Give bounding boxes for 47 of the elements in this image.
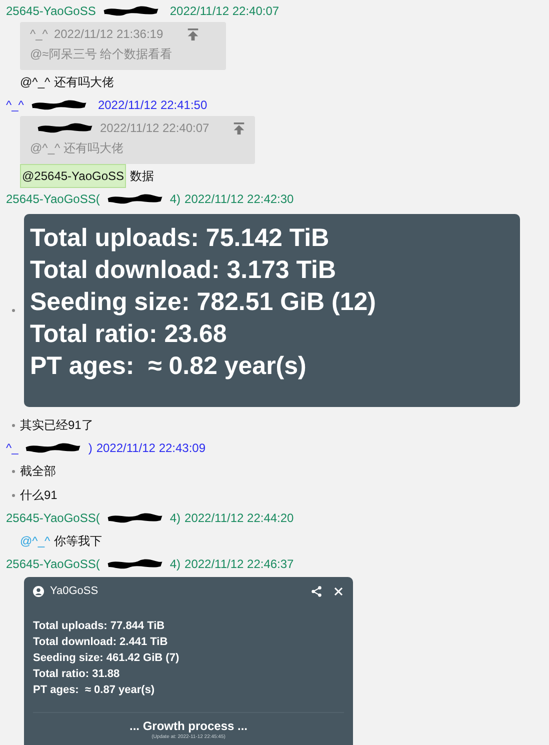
sender-name: 25645-YaoGoSS — [6, 3, 96, 20]
stats-line: Total uploads: 75.142 TiB — [30, 223, 330, 254]
user-icon — [33, 586, 44, 596]
message-text: 什么91 — [20, 487, 58, 504]
message-time: 2022/11/12 22:40:07 — [170, 3, 280, 20]
message-time: 2022/11/12 22:42:30 — [184, 191, 294, 208]
message-time: 2022/11/12 22:46:37 — [184, 556, 294, 573]
jump-to-top-icon[interactable] — [233, 122, 246, 134]
stats-line: Seeding size: 782.51 GiB (12) — [30, 287, 377, 318]
sender-id-tail: 4) — [170, 510, 181, 527]
message-text: 还有吗大佬 — [54, 74, 114, 91]
jump-to-top-icon[interactable] — [187, 28, 200, 40]
card-title: Ya0GoSS — [50, 584, 98, 599]
stats-line: PT ages: ≈ 0.87 year(s) — [33, 683, 156, 698]
mention: @25645-YaoGoSS — [20, 164, 126, 188]
message-time: 2022/11/12 22:41:50 — [98, 97, 208, 114]
sender-name: ^_^ — [6, 97, 24, 114]
message-text: 截全部 — [20, 463, 56, 480]
quote-time: 2022/11/12 21:36:19 — [54, 26, 164, 43]
quote-author: ^_^ — [30, 26, 48, 43]
sender-id-tail: ) — [88, 440, 92, 457]
quote-time: 2022/11/12 22:40:07 — [100, 120, 210, 137]
stats-line: Total download: 2.441 TiB — [33, 635, 169, 650]
stats-line: Total ratio: 31.88 — [33, 667, 121, 682]
stats-line: PT ages: ≈ 0.82 year(s) — [30, 351, 308, 382]
sender-id-tail: 4) — [170, 556, 181, 573]
message-time: 2022/11/12 22:44:20 — [184, 510, 294, 527]
quote-text: @^_^ 还有吗大佬 — [30, 140, 124, 157]
sender-name: ^_ — [6, 440, 18, 457]
sender-id-tail: 4) — [170, 191, 181, 208]
message-text: 你等我下 — [54, 533, 102, 550]
share-icon[interactable] — [311, 586, 322, 596]
stats-line: Seeding size: 461.42 GiB (7) — [33, 651, 180, 666]
quote-text: @≈阿呆三号 给个数据看看 — [30, 46, 174, 63]
stats-line: Total uploads: 77.844 TiB — [33, 619, 166, 634]
message-time: 2022/11/12 22:43:09 — [96, 440, 206, 457]
stats-line: Total ratio: 23.68 — [30, 319, 228, 350]
mention[interactable]: @^_^ — [20, 532, 50, 550]
close-icon[interactable] — [334, 586, 343, 596]
sender-name: 25645-YaoGoSS( — [6, 556, 100, 573]
sender-name: 25645-YaoGoSS( — [6, 191, 100, 208]
message-text: 其实已经91了 — [20, 417, 94, 434]
message-text: 数据 — [130, 168, 154, 185]
stats-line: Total download: 3.173 TiB — [30, 255, 338, 286]
growth-heading: ... Growth process ... — [129, 718, 248, 734]
mention: @^_^ — [20, 74, 50, 91]
sender-name: 25645-YaoGoSS( — [6, 510, 100, 527]
